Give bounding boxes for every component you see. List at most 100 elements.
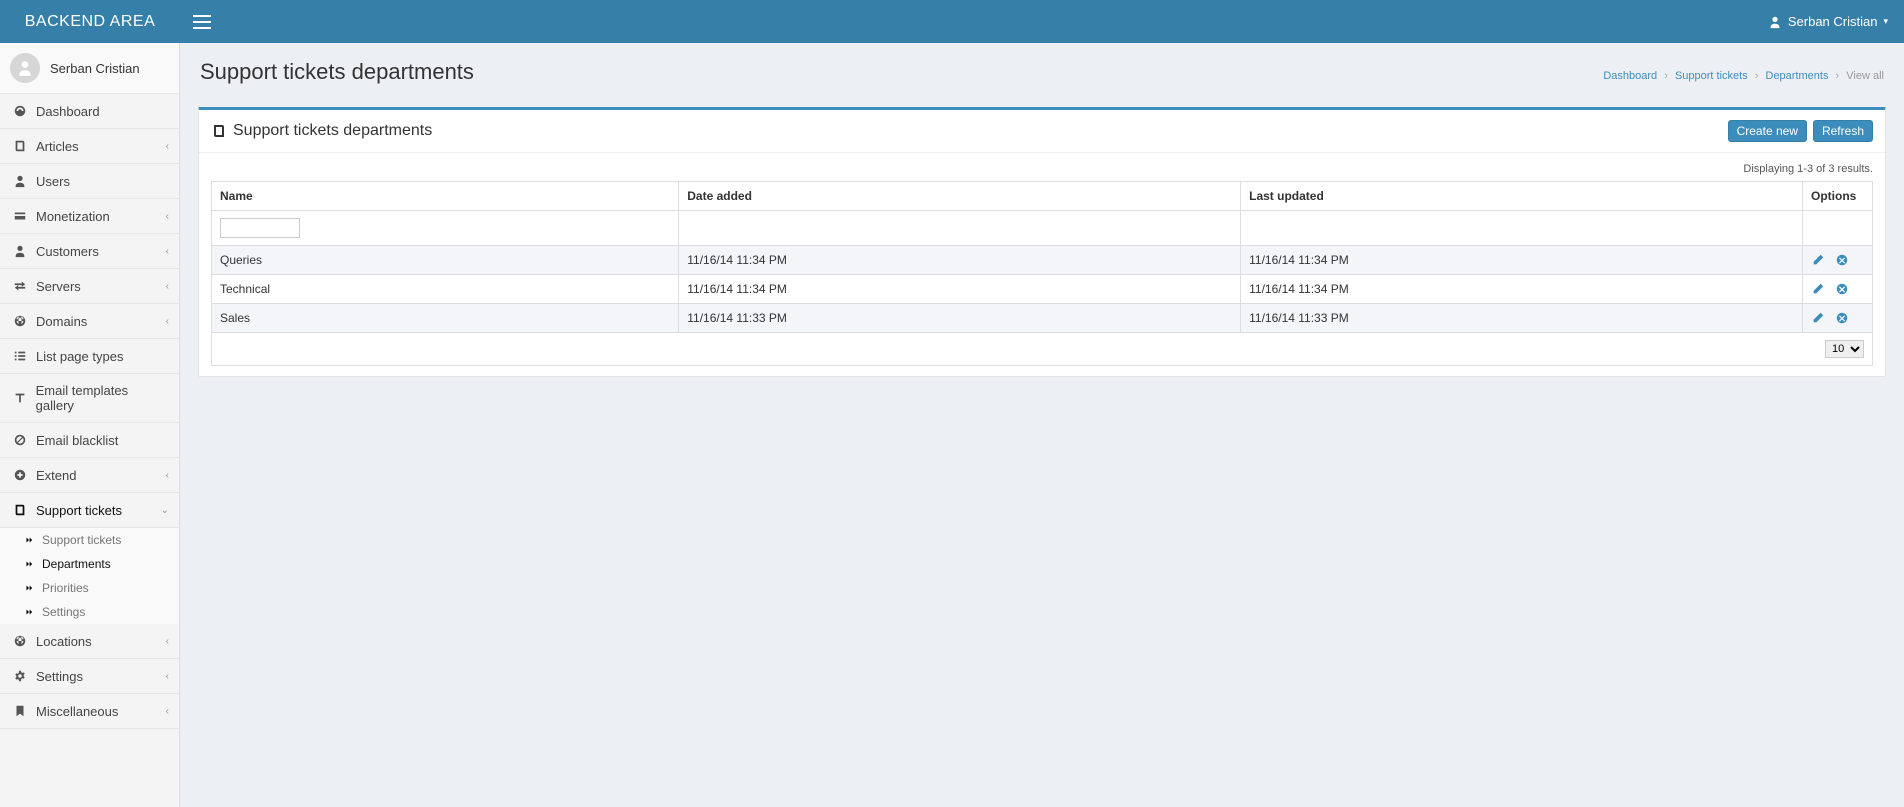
create-new-button[interactable]: Create new xyxy=(1728,120,1807,142)
sidebar-item-label: Email templates gallery xyxy=(36,383,167,413)
sidebar-subitem-support-tickets[interactable]: Support tickets xyxy=(0,528,179,552)
sidebar-item-support-tickets[interactable]: Support tickets ⌄ xyxy=(0,493,179,528)
col-name[interactable]: Name xyxy=(212,182,679,211)
delete-icon[interactable] xyxy=(1835,311,1849,325)
globe-icon xyxy=(12,633,28,649)
panel-body: Displaying 1-3 of 3 results. Name Date a… xyxy=(199,153,1885,376)
filter-name-input[interactable] xyxy=(220,218,300,238)
sidebar-item-domains[interactable]: Domains‹ xyxy=(0,304,179,339)
topbar: BACKEND AREA Serban Cristian ▾ xyxy=(0,0,1904,43)
ban-icon xyxy=(12,432,28,448)
sidebar-subitem-priorities[interactable]: Priorities xyxy=(0,576,179,600)
sidebar-user[interactable]: Serban Cristian xyxy=(0,43,179,94)
card-icon xyxy=(12,208,28,224)
departments-table: Name Date added Last updated Options xyxy=(211,181,1873,366)
refresh-button[interactable]: Refresh xyxy=(1813,120,1873,142)
subitem-label: Settings xyxy=(42,605,85,619)
breadcrumb-departments[interactable]: Departments xyxy=(1766,70,1829,82)
brand[interactable]: BACKEND AREA xyxy=(0,0,180,43)
table-row: Technical11/16/14 11:34 PM11/16/14 11:34… xyxy=(212,275,1873,304)
sidebar-item-label: Support tickets xyxy=(36,503,122,518)
cell-options xyxy=(1803,304,1873,333)
cell-date-added: 11/16/14 11:34 PM xyxy=(679,275,1241,304)
subitem-label: Departments xyxy=(42,557,111,571)
sidebar-item-extend[interactable]: Extend‹ xyxy=(0,458,179,493)
sidebar-item-email-blacklist[interactable]: Email blacklist xyxy=(0,423,179,458)
col-last-updated[interactable]: Last updated xyxy=(1241,182,1803,211)
delete-icon[interactable] xyxy=(1835,253,1849,267)
results-summary: Displaying 1-3 of 3 results. xyxy=(211,163,1873,175)
breadcrumb-dashboard[interactable]: Dashboard xyxy=(1603,70,1657,82)
cell-name: Queries xyxy=(212,246,679,275)
chevrons-icon xyxy=(24,583,34,593)
sidebar-item-articles[interactable]: Articles ‹ xyxy=(0,129,179,164)
chevron-left-icon: ‹ xyxy=(166,671,169,682)
avatar xyxy=(10,53,40,83)
sidebar-item-list-page-types[interactable]: List page types xyxy=(0,339,179,374)
sidebar-item-label: Settings xyxy=(36,669,83,684)
bookmark-icon xyxy=(12,703,28,719)
sidebar-item-miscellaneous[interactable]: Miscellaneous‹ xyxy=(0,694,179,729)
sidebar-item-label: Monetization xyxy=(36,209,110,224)
sidebar: Serban Cristian Dashboard Articles ‹ Users M… xyxy=(0,43,180,807)
sidebar-item-label: Users xyxy=(36,174,70,189)
sidebar-item-label: Extend xyxy=(36,468,76,483)
chevron-down-icon: ⌄ xyxy=(161,505,169,516)
col-options: Options xyxy=(1803,182,1873,211)
cell-date-added: 11/16/14 11:33 PM xyxy=(679,304,1241,333)
chevron-left-icon: ‹ xyxy=(166,211,169,222)
page-size-select[interactable]: 10 xyxy=(1825,340,1864,358)
panel-actions: Create new Refresh xyxy=(1728,120,1873,142)
sidebar-subitem-settings[interactable]: Settings xyxy=(0,600,179,624)
sidebar-item-label: Email blacklist xyxy=(36,433,118,448)
edit-icon[interactable] xyxy=(1811,311,1825,325)
sidebar-item-monetization[interactable]: Monetization ‹ xyxy=(0,199,179,234)
person-icon xyxy=(12,243,28,259)
book-icon xyxy=(211,123,227,139)
edit-icon[interactable] xyxy=(1811,253,1825,267)
chevrons-icon xyxy=(24,559,34,569)
gauge-icon xyxy=(12,103,28,119)
sidebar-item-locations[interactable]: Locations‹ xyxy=(0,624,179,659)
edit-icon[interactable] xyxy=(1811,282,1825,296)
subitem-label: Priorities xyxy=(42,581,89,595)
chevron-left-icon: ‹ xyxy=(166,636,169,647)
sidebar-item-customers[interactable]: Customers‹ xyxy=(0,234,179,269)
sidebar-item-label: Miscellaneous xyxy=(36,704,118,719)
sidebar-item-settings[interactable]: Settings ‹ xyxy=(0,659,179,694)
table-row: Sales11/16/14 11:33 PM11/16/14 11:33 PM xyxy=(212,304,1873,333)
cell-date-added: 11/16/14 11:34 PM xyxy=(679,246,1241,275)
sidebar-item-servers[interactable]: Servers‹ xyxy=(0,269,179,304)
cell-options xyxy=(1803,246,1873,275)
sidebar-user-name: Serban Cristian xyxy=(50,61,140,76)
sidebar-subitem-departments[interactable]: Departments xyxy=(0,552,179,576)
cell-name: Sales xyxy=(212,304,679,333)
user-icon xyxy=(1768,15,1782,29)
cell-last-updated: 11/16/14 11:34 PM xyxy=(1241,275,1803,304)
sidebar-item-users[interactable]: Users xyxy=(0,164,179,199)
panel-header: Support tickets departments Create new R… xyxy=(199,110,1885,153)
sidebar-item-label: List page types xyxy=(36,349,123,364)
sidebar-item-label: Customers xyxy=(36,244,99,259)
hamburger-icon xyxy=(193,15,211,29)
col-date-added[interactable]: Date added xyxy=(679,182,1241,211)
content: Support tickets departments Dashboard › … xyxy=(180,43,1904,807)
chevrons-icon xyxy=(24,607,34,617)
menu-toggle[interactable] xyxy=(180,0,223,43)
sidebar-item-label: Servers xyxy=(36,279,81,294)
chevron-left-icon: ‹ xyxy=(166,141,169,152)
sidebar-item-dashboard[interactable]: Dashboard xyxy=(0,94,179,129)
sidebar-subnav: Support tickets Departments Priorities Sett… xyxy=(0,528,179,624)
cell-options xyxy=(1803,275,1873,304)
globe-icon xyxy=(12,313,28,329)
sidebar-item-label: Articles xyxy=(36,139,79,154)
delete-icon[interactable] xyxy=(1835,282,1849,296)
sidebar-item-email-templates-gallery[interactable]: Email templates gallery xyxy=(0,374,179,423)
transfer-icon xyxy=(12,278,28,294)
list-icon xyxy=(12,348,28,364)
gear-icon xyxy=(12,668,28,684)
breadcrumb-support[interactable]: Support tickets xyxy=(1675,70,1748,82)
page-header: Support tickets departments Dashboard › … xyxy=(198,55,1886,95)
page-title: Support tickets departments xyxy=(200,59,474,85)
user-menu[interactable]: Serban Cristian ▾ xyxy=(1752,14,1904,29)
